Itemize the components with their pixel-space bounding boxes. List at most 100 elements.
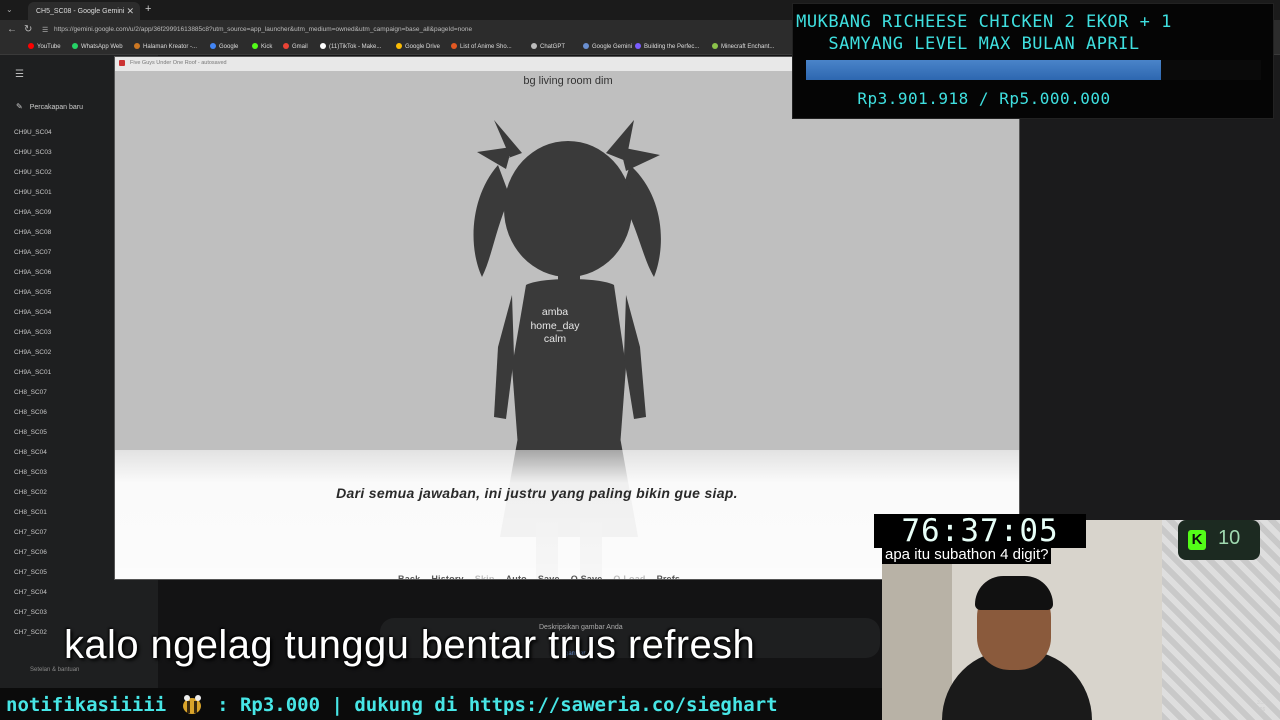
chat-history-item[interactable]: CH9A_SC04	[14, 308, 52, 328]
chat-history-item[interactable]: CH8_SC06	[14, 408, 52, 428]
chat-history-item[interactable]: CH7_SC05	[14, 568, 52, 588]
chat-history-item[interactable]: CH9U_SC04	[14, 128, 52, 148]
tab-search-icon[interactable]: ⌄	[6, 5, 13, 14]
bookmark-favicon-icon	[583, 43, 589, 49]
bookmark-item[interactable]: Kick	[252, 43, 272, 50]
chat-history-item[interactable]: CH7_SC07	[14, 528, 52, 548]
plus-icon[interactable]: +	[145, 3, 151, 15]
bookmark-label: Google	[219, 44, 239, 50]
goal-title-line1: MUKBANG RICHEESE CHICKEN 2 EKOR + 1	[796, 12, 1172, 32]
bookmark-label: List of Anime Sho...	[460, 44, 512, 50]
live-subtitle: kalo ngelag tunggu bentar trus refresh	[0, 623, 940, 668]
game-app-icon	[119, 60, 125, 66]
quick-menu-qload-button[interactable]: Q.Load	[613, 574, 645, 579]
browser-tab-active[interactable]: CH5_SC08 - Google Gemini ✕	[28, 2, 140, 20]
sprite-outfit: home_day	[530, 319, 580, 332]
chat-history-item[interactable]: CH8_SC01	[14, 508, 52, 528]
quick-menu: Back History Skip Auto Save Q.Save Q.Load Prefs	[398, 569, 691, 579]
quick-menu-save-button[interactable]: Save	[538, 574, 560, 579]
chat-history-item[interactable]: CH8_SC02	[14, 488, 52, 508]
quick-menu-history-button[interactable]: History	[431, 574, 463, 579]
bookmark-item[interactable]: Halaman Kreator -...	[134, 43, 197, 50]
bookmark-item[interactable]: YouTube	[28, 43, 61, 50]
bookmark-item[interactable]: Gmail	[283, 43, 308, 50]
bookmark-favicon-icon	[451, 43, 457, 49]
chat-history-item[interactable]: CH9A_SC09	[14, 208, 52, 228]
chat-history-item[interactable]: CH9A_SC06	[14, 268, 52, 288]
tray-time: 3:31	[1257, 700, 1267, 706]
chat-history-item[interactable]: CH9U_SC01	[14, 188, 52, 208]
bookmark-item[interactable]: Minecraft Enchant...	[712, 43, 774, 50]
goal-title-line2: SAMYANG LEVEL MAX BULAN APRIL	[828, 34, 1140, 54]
url-field[interactable]: https://gemini.google.com/u/2/app/36f299…	[54, 26, 472, 33]
chat-history-item[interactable]: CH9A_SC07	[14, 248, 52, 268]
donation-ticker: notifikasiiiii : Rp3.000 | dukung di htt…	[0, 688, 882, 720]
bee-emoji-icon	[182, 695, 201, 714]
new-chat-button[interactable]: ✎ Percakapan baru	[16, 102, 83, 111]
chat-history-item[interactable]: CH9A_SC08	[14, 228, 52, 248]
chat-history-item[interactable]: CH9U_SC02	[14, 168, 52, 188]
bookmark-item[interactable]: WhatsApp Web	[72, 43, 123, 50]
tab-title: CH5_SC08 - Google Gemini	[36, 8, 125, 15]
chat-history-item[interactable]: CH8_SC03	[14, 468, 52, 488]
bookmark-label: YouTube	[37, 44, 61, 50]
quick-menu-skip-button[interactable]: Skip	[475, 574, 495, 579]
game-window[interactable]: Five Guys Under One Roof - autosaved bg …	[114, 56, 1020, 580]
bookmark-item[interactable]: Google Gemini	[583, 43, 632, 50]
subathon-timer: 76:37:05	[874, 514, 1086, 548]
quick-menu-back-button[interactable]: Back	[398, 574, 420, 579]
back-arrow-icon[interactable]: ←	[7, 24, 17, 35]
tab-close-icon[interactable]: ✕	[126, 6, 134, 17]
chat-history-item[interactable]: CH9A_SC02	[14, 348, 52, 368]
bookmark-item[interactable]: Google Drive	[396, 43, 440, 50]
bookmark-label: Google Gemini	[592, 44, 633, 50]
bookmark-label: Gmail	[292, 44, 308, 50]
kick-viewer-badge: K 10	[1178, 520, 1260, 560]
system-tray-clock: 3:31 026	[1257, 700, 1267, 714]
goal-progress-track	[806, 60, 1261, 80]
chat-history-item[interactable]: CH9A_SC03	[14, 328, 52, 348]
chat-history-item[interactable]: CH8_SC04	[14, 448, 52, 468]
bookmark-favicon-icon	[134, 43, 140, 49]
quick-menu-prefs-button[interactable]: Prefs	[657, 574, 681, 579]
bookmark-item[interactable]: (11)TikTok - Make...	[320, 43, 381, 50]
bookmark-favicon-icon	[72, 43, 78, 49]
bookmark-label: ChatGPT	[540, 44, 566, 50]
chat-history-item[interactable]: CH8_SC05	[14, 428, 52, 448]
chat-history-item[interactable]: CH9A_SC05	[14, 288, 52, 308]
bookmark-label: (11)TikTok - Make...	[329, 44, 382, 50]
subtitle-text: kalo ngelag tunggu bentar trus refresh	[64, 623, 756, 667]
kick-logo-icon: K	[1188, 530, 1206, 550]
bookmark-label: Building the Perfec...	[644, 44, 700, 50]
quick-menu-auto-button[interactable]: Auto	[506, 574, 527, 579]
bookmark-favicon-icon	[635, 43, 641, 49]
chat-history-item[interactable]: CH9U_SC03	[14, 148, 52, 168]
bookmark-item[interactable]: List of Anime Sho...	[451, 43, 512, 50]
site-info-icon[interactable]: ☰	[42, 26, 48, 34]
bookmark-item[interactable]: Google	[210, 43, 238, 50]
reload-icon[interactable]: ↻	[24, 24, 32, 35]
bookmark-favicon-icon	[531, 43, 537, 49]
chat-history-item[interactable]: CH9A_SC01	[14, 368, 52, 388]
menu-icon[interactable]: ☰	[15, 69, 24, 80]
bookmark-favicon-icon	[396, 43, 402, 49]
ticker-text: notifikasiiiii : Rp3.000 | dukung di htt…	[6, 692, 778, 716]
bookmark-favicon-icon	[210, 43, 216, 49]
webcam-caption: apa itu subathon 4 digit?	[882, 546, 1052, 564]
chat-history-item[interactable]: CH7_SC04	[14, 588, 52, 608]
quick-menu-qsave-button[interactable]: Q.Save	[571, 574, 603, 579]
bookmark-item[interactable]: Building the Perfec...	[635, 43, 699, 50]
goal-amount: Rp3.901.918 / Rp5.000.000	[857, 89, 1111, 108]
chat-history-item[interactable]: CH7_SC06	[14, 548, 52, 568]
bookmark-item[interactable]: ChatGPT	[531, 43, 565, 50]
sprite-placeholder-label: amba home_day calm	[495, 306, 615, 347]
bookmark-label: WhatsApp Web	[81, 44, 123, 50]
dialogue-text: Dari semua jawaban, ini justru yang pali…	[336, 485, 738, 501]
bookmark-label: Halaman Kreator -...	[143, 44, 198, 50]
sprite-name: amba	[541, 306, 569, 318]
sprite-expression: calm	[543, 333, 567, 345]
bookmark-label: Kick	[261, 44, 273, 50]
bookmark-favicon-icon	[252, 43, 258, 49]
chat-history-item[interactable]: CH8_SC07	[14, 388, 52, 408]
bookmark-label: Google Drive	[405, 44, 441, 50]
